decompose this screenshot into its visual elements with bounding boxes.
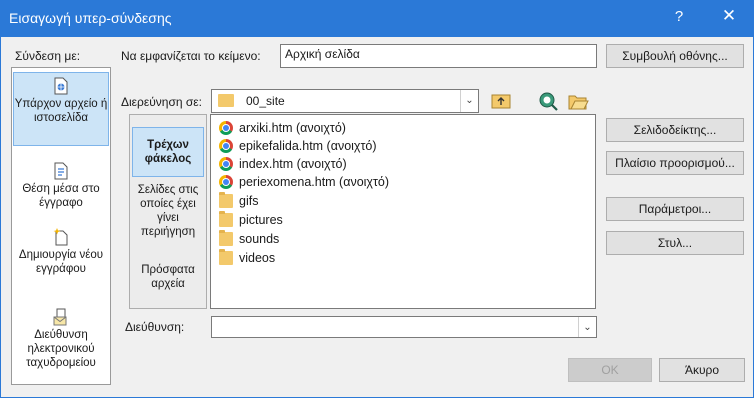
list-item[interactable]: sounds <box>219 230 279 248</box>
folder-icon <box>219 211 233 227</box>
file-name: arxiki.htm (ανοιχτό) <box>239 121 346 135</box>
text-to-display-input[interactable]: Αρχική σελίδα <box>280 44 597 68</box>
title-bar: Εισαγωγή υπερ-σύνδεσης ? ✕ <box>1 1 753 37</box>
link-place-in-document[interactable]: Θέση μέσα στο έγγραφο <box>13 162 109 210</box>
up-folder-icon[interactable] <box>490 90 512 112</box>
screentip-button[interactable]: Συμβουλή οθόνης... <box>606 44 744 68</box>
list-item[interactable]: videos <box>219 249 275 267</box>
folder-icon <box>218 94 234 107</box>
link-email-address[interactable]: Διεύθυνση ηλεκτρονικού ταχυδρομείου <box>13 308 109 370</box>
file-list: arxiki.htm (ανοιχτό) epikefalida.htm (αν… <box>210 114 596 309</box>
text-to-display-label: Να εμφανίζεται το κείμενο: <box>121 49 261 63</box>
link-new-document-label: Δημιουργία νέου εγγράφου <box>18 249 104 275</box>
chrome-icon <box>219 175 233 189</box>
browse-web-icon[interactable] <box>537 90 559 112</box>
list-item[interactable]: gifs <box>219 192 258 210</box>
look-in-value: 00_site <box>246 94 285 108</box>
insert-hyperlink-dialog: Εισαγωγή υπερ-σύνδεσης ? ✕ Σύνδεση με: Υ… <box>0 0 754 398</box>
chrome-icon <box>219 157 233 171</box>
file-name: sounds <box>239 232 280 246</box>
recent-files-item[interactable]: Πρόσφατα αρχεία <box>130 263 206 291</box>
folder-icon <box>219 230 233 246</box>
help-button[interactable]: ? <box>669 8 689 25</box>
list-item[interactable]: pictures <box>219 211 283 229</box>
chrome-icon <box>219 121 233 135</box>
parameters-button[interactable]: Παράμετροι... <box>606 197 744 221</box>
list-item[interactable]: index.htm (ανοιχτό) <box>219 155 347 173</box>
address-label: Διεύθυνση: <box>125 320 185 334</box>
close-button[interactable]: ✕ <box>717 6 741 26</box>
look-in-combo[interactable]: 00_site ⌄ <box>211 89 479 113</box>
folder-icon <box>219 249 233 265</box>
look-in-label: Διερεύνηση σε: <box>121 95 202 109</box>
link-new-document[interactable]: Δημιουργία νέου εγγράφου <box>13 228 109 276</box>
file-name: pictures <box>239 213 283 227</box>
style-button[interactable]: Στυλ... <box>606 231 744 255</box>
link-email-address-label: Διεύθυνση ηλεκτρονικού ταχυδρομείου <box>26 329 96 369</box>
list-item[interactable]: periexomena.htm (ανοιχτό) <box>219 173 389 191</box>
link-existing-file-label: Υπάρχον αρχείο ή ιστοσελίδα <box>14 98 108 124</box>
file-name: index.htm (ανοιχτό) <box>239 157 347 171</box>
email-address-icon <box>53 308 69 326</box>
link-to-bar: Υπάρχον αρχείο ή ιστοσελίδα Θέση μέσα στ… <box>11 67 111 385</box>
list-item[interactable]: epikefalida.htm (ανοιχτό) <box>219 137 377 155</box>
window-title: Εισαγωγή υπερ-σύνδεσης <box>9 10 172 26</box>
browse-file-icon[interactable] <box>567 90 589 112</box>
current-folder-item[interactable]: Τρέχων φάκελος <box>132 127 204 177</box>
bookmark-button[interactable]: Σελιδοδείκτης... <box>606 118 744 142</box>
existing-file-icon <box>53 77 69 95</box>
browsed-pages-item[interactable]: Σελίδες στις οποίες έχει γίνει περιήγηση <box>130 183 206 239</box>
file-name: periexomena.htm (ανοιχτό) <box>239 175 390 189</box>
link-existing-file[interactable]: Υπάρχον αρχείο ή ιστοσελίδα <box>13 72 109 146</box>
address-combo[interactable]: ⌄ <box>211 316 597 338</box>
ok-button[interactable]: ΟΚ <box>568 358 652 382</box>
file-name: videos <box>239 251 276 265</box>
link-place-in-document-label: Θέση μέσα στο έγγραφο <box>22 183 100 209</box>
folder-icon <box>219 192 233 208</box>
look-in-sidebar: Τρέχων φάκελος Σελίδες στις οποίες έχει … <box>129 114 207 309</box>
cancel-button[interactable]: Άκυρο <box>659 358 745 382</box>
chevron-down-icon[interactable]: ⌄ <box>578 317 596 337</box>
file-name: epikefalida.htm (ανοιχτό) <box>239 139 377 153</box>
chrome-icon <box>219 139 233 153</box>
file-name: gifs <box>239 194 259 208</box>
link-to-label: Σύνδεση με: <box>15 49 81 63</box>
chevron-down-icon[interactable]: ⌄ <box>460 90 478 112</box>
place-in-document-icon <box>53 162 69 180</box>
list-item[interactable]: arxiki.htm (ανοιχτό) <box>219 119 346 137</box>
new-document-icon <box>53 228 69 246</box>
target-frame-button[interactable]: Πλαίσιο προορισμού... <box>606 151 744 175</box>
